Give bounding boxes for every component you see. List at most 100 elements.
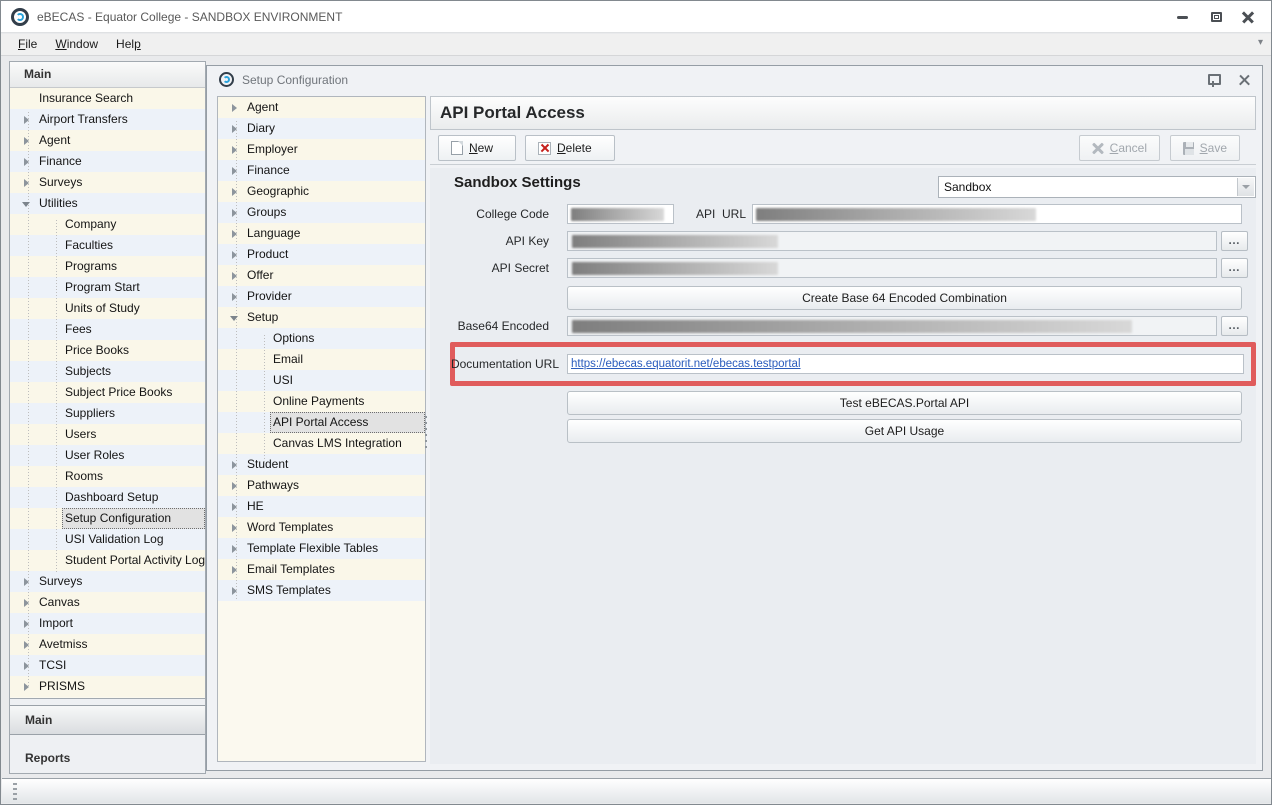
collapsed-icon[interactable] — [20, 613, 36, 634]
nav-group-reports[interactable]: Reports — [10, 744, 205, 774]
collapsed-icon[interactable] — [228, 223, 244, 244]
tree-item-suppliers[interactable]: Suppliers — [10, 403, 205, 424]
tree-item-units-of-study[interactable]: Units of Study — [10, 298, 205, 319]
api-key-field[interactable] — [567, 231, 1217, 251]
collapsed-icon[interactable] — [20, 592, 36, 613]
tree-item-student[interactable]: Student — [218, 454, 425, 475]
collapsed-icon[interactable] — [228, 97, 244, 118]
collapsed-icon[interactable] — [228, 160, 244, 181]
tree-item-options[interactable]: Options — [218, 328, 425, 349]
collapsed-icon[interactable] — [228, 580, 244, 601]
create-base64-button[interactable]: Create Base 64 Encoded Combination — [567, 286, 1242, 310]
mdi-close-button[interactable] — [1235, 72, 1253, 88]
tree-item-surveys[interactable]: Surveys — [10, 172, 205, 193]
collapsed-icon[interactable] — [20, 655, 36, 676]
tree-item-template-flexible-tables[interactable]: Template Flexible Tables — [218, 538, 425, 559]
restore-button[interactable] — [1205, 9, 1227, 25]
tree-item-utilities[interactable]: Utilities — [10, 193, 205, 214]
tree-item-setup-configuration[interactable]: Setup Configuration — [10, 508, 205, 529]
api-secret-browse-button[interactable]: … — [1221, 258, 1248, 278]
menu-item-file[interactable]: File — [9, 34, 46, 55]
tree-item-canvas[interactable]: Canvas — [10, 592, 205, 613]
documentation-link[interactable]: https://ebecas.equatorit.net/ebecas.test… — [568, 355, 801, 373]
tree-item-groups[interactable]: Groups — [218, 202, 425, 223]
collapsed-icon[interactable] — [228, 181, 244, 202]
save-button[interactable]: Save — [1170, 135, 1240, 161]
tree-item-prisms[interactable]: PRISMS — [10, 676, 205, 697]
expanded-icon[interactable] — [20, 193, 36, 214]
tree-item-rooms[interactable]: Rooms — [10, 466, 205, 487]
tree-item-api-portal-access[interactable]: API Portal Access — [218, 412, 425, 433]
collapsed-icon[interactable] — [228, 265, 244, 286]
collapsed-icon[interactable] — [20, 634, 36, 655]
tree-item-word-templates[interactable]: Word Templates — [218, 517, 425, 538]
tree-item-avetmiss[interactable]: Avetmiss — [10, 634, 205, 655]
tree-item-import[interactable]: Import — [10, 613, 205, 634]
tree-item-student-portal-activity-log[interactable]: Student Portal Activity Log — [10, 550, 205, 571]
college-code-field[interactable] — [567, 204, 674, 224]
tree-item-company[interactable]: Company — [10, 214, 205, 235]
dropdown-button[interactable] — [1237, 178, 1254, 196]
base64-field[interactable] — [567, 316, 1217, 336]
menu-item-window[interactable]: Window — [46, 34, 107, 55]
collapsed-icon[interactable] — [228, 517, 244, 538]
api-url-field[interactable] — [752, 204, 1242, 224]
tree-item-language[interactable]: Language — [218, 223, 425, 244]
tree-item-agent[interactable]: Agent — [10, 130, 205, 151]
tree-item-finance[interactable]: Finance — [218, 160, 425, 181]
collapsed-icon[interactable] — [228, 202, 244, 223]
tree-item-price-books[interactable]: Price Books — [10, 340, 205, 361]
new-button[interactable]: New — [438, 135, 516, 161]
pin-button[interactable] — [1203, 72, 1221, 88]
tree-item-users[interactable]: Users — [10, 424, 205, 445]
collapsed-icon[interactable] — [228, 118, 244, 139]
test-api-button[interactable]: Test eBECAS.Portal API — [567, 391, 1242, 415]
collapsed-icon[interactable] — [20, 130, 36, 151]
tree-item-faculties[interactable]: Faculties — [10, 235, 205, 256]
collapsed-icon[interactable] — [20, 571, 36, 592]
documentation-url-field[interactable]: https://ebecas.equatorit.net/ebecas.test… — [567, 354, 1244, 374]
environment-select[interactable]: Sandbox — [938, 176, 1256, 198]
tree-item-geographic[interactable]: Geographic — [218, 181, 425, 202]
collapsed-icon[interactable] — [228, 475, 244, 496]
collapsed-icon[interactable] — [228, 538, 244, 559]
tree-item-offer[interactable]: Offer — [218, 265, 425, 286]
base64-browse-button[interactable]: … — [1221, 316, 1248, 336]
minimize-button[interactable] — [1171, 9, 1193, 25]
expanded-icon[interactable] — [228, 307, 244, 328]
collapsed-icon[interactable] — [228, 139, 244, 160]
cancel-button[interactable]: Cancel — [1079, 135, 1160, 161]
tree-item-user-roles[interactable]: User Roles — [10, 445, 205, 466]
tree-item-program-start[interactable]: Program Start — [10, 277, 205, 298]
tree-item-surveys[interactable]: Surveys — [10, 571, 205, 592]
tree-item-usi[interactable]: USI — [218, 370, 425, 391]
tree-item-email-templates[interactable]: Email Templates — [218, 559, 425, 580]
tree-item-pathways[interactable]: Pathways — [218, 475, 425, 496]
collapsed-icon[interactable] — [228, 244, 244, 265]
tree-item-agent[interactable]: Agent — [218, 97, 425, 118]
collapsed-icon[interactable] — [228, 559, 244, 580]
menu-item-help[interactable]: Help — [107, 34, 150, 55]
collapsed-icon[interactable] — [228, 496, 244, 517]
menu-overflow-icon[interactable]: ▾ — [1258, 37, 1263, 48]
api-key-browse-button[interactable]: … — [1221, 231, 1248, 251]
tree-item-fees[interactable]: Fees — [10, 319, 205, 340]
close-button[interactable] — [1237, 9, 1259, 25]
splitter-grip[interactable] — [423, 416, 428, 450]
delete-button[interactable]: Delete — [525, 135, 615, 161]
tree-item-usi-validation-log[interactable]: USI Validation Log — [10, 529, 205, 550]
tree-item-finance[interactable]: Finance — [10, 151, 205, 172]
tree-item-insurance-search[interactable]: Insurance Search — [10, 88, 205, 109]
statusbar-grip[interactable] — [13, 783, 17, 800]
tree-item-airport-transfers[interactable]: Airport Transfers — [10, 109, 205, 130]
tree-item-product[interactable]: Product — [218, 244, 425, 265]
collapsed-icon[interactable] — [228, 286, 244, 307]
tree-item-setup[interactable]: Setup — [218, 307, 425, 328]
tree-item-subject-price-books[interactable]: Subject Price Books — [10, 382, 205, 403]
collapsed-icon[interactable] — [20, 172, 36, 193]
tree-item-canvas-lms-integration[interactable]: Canvas LMS Integration — [218, 433, 425, 454]
tree-item-provider[interactable]: Provider — [218, 286, 425, 307]
tree-item-dashboard-setup[interactable]: Dashboard Setup — [10, 487, 205, 508]
collapsed-icon[interactable] — [20, 676, 36, 697]
get-api-usage-button[interactable]: Get API Usage — [567, 419, 1242, 443]
